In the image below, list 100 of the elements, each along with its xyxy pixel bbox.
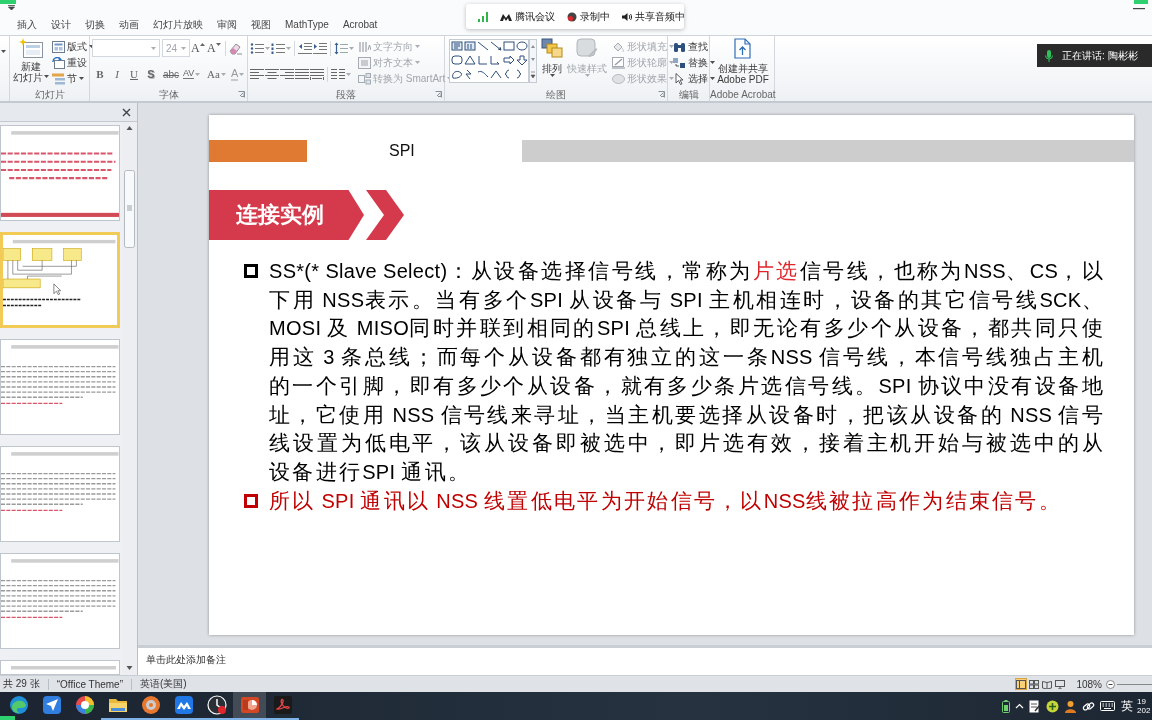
battery-icon[interactable] bbox=[1002, 699, 1010, 713]
ribbon-tab[interactable]: 动画 bbox=[112, 16, 146, 33]
taskbar-app-button[interactable] bbox=[200, 692, 233, 720]
slide-title: SPI bbox=[389, 142, 415, 160]
ribbon-group-label: 绘图 bbox=[546, 88, 566, 101]
peaks-icon bbox=[173, 695, 194, 715]
slide-sorter-icon bbox=[1029, 679, 1040, 689]
text-format-button[interactable]: abc bbox=[160, 66, 182, 82]
keyboard-icon[interactable] bbox=[1100, 701, 1115, 711]
microphone-icon bbox=[1045, 49, 1053, 62]
taskbar-app-button[interactable] bbox=[233, 692, 266, 720]
columns-button[interactable] bbox=[331, 66, 351, 82]
view-button[interactable] bbox=[1054, 678, 1067, 690]
shrink-font-button[interactable]: A bbox=[207, 40, 222, 56]
caret-icon bbox=[151, 46, 156, 50]
person-icon[interactable] bbox=[1064, 699, 1077, 713]
caret-icon[interactable] bbox=[8, 4, 15, 10]
slide-thumbnail[interactable] bbox=[0, 232, 120, 328]
ribbon-tab[interactable]: 视图 bbox=[244, 16, 278, 33]
ribbon-tab[interactable]: Acrobat bbox=[335, 16, 385, 33]
numbered-list-icon bbox=[271, 41, 285, 55]
dialog-launcher-icon[interactable] bbox=[238, 91, 245, 98]
ribbon-command-button[interactable]: 选择 bbox=[673, 71, 715, 86]
slide-thumbnail[interactable] bbox=[0, 125, 120, 221]
ribbon-command-button[interactable]: 节 bbox=[52, 71, 94, 86]
ribbon-command-button[interactable]: 查找 bbox=[673, 39, 715, 54]
eraser-icon bbox=[229, 41, 243, 55]
text-format-button[interactable]: Aa bbox=[207, 66, 230, 82]
dialog-launcher-icon[interactable] bbox=[658, 91, 665, 98]
bulleted-list-button[interactable] bbox=[250, 40, 270, 56]
minimize-icon[interactable] bbox=[1133, 7, 1145, 10]
caret-icon bbox=[1, 50, 6, 53]
ribbon-tab[interactable]: 插入 bbox=[10, 16, 44, 33]
ribbon-tab[interactable]: 审阅 bbox=[210, 16, 244, 33]
increase-indent-button[interactable] bbox=[313, 40, 327, 56]
ribbon-command-button[interactable]: 重设 bbox=[52, 55, 94, 70]
ribbon-group-label: 编辑 bbox=[678, 88, 699, 101]
ribbon-tab[interactable]: 幻灯片放映 bbox=[146, 16, 210, 33]
bird-icon bbox=[41, 695, 62, 715]
ribbon-tab[interactable]: 设计 bbox=[44, 16, 78, 33]
zoom-out-icon[interactable] bbox=[1106, 679, 1115, 689]
grow-font-button[interactable]: A bbox=[191, 40, 206, 56]
browser-icon bbox=[8, 695, 29, 715]
slide-thumbnail[interactable] bbox=[0, 339, 120, 435]
line-spacing-button[interactable] bbox=[334, 40, 354, 56]
view-button[interactable] bbox=[1015, 678, 1028, 690]
reset-icon bbox=[52, 56, 65, 69]
notepad-icon[interactable] bbox=[1029, 699, 1041, 713]
dialog-launcher-icon[interactable] bbox=[435, 91, 442, 98]
justify-button[interactable] bbox=[295, 66, 309, 82]
view-button[interactable] bbox=[1041, 678, 1054, 690]
new-slide-icon bbox=[19, 38, 43, 58]
text-format-button[interactable]: S bbox=[143, 66, 159, 82]
decrease-indent-button[interactable] bbox=[298, 40, 312, 56]
caret-icon bbox=[346, 72, 351, 76]
link-icon[interactable] bbox=[1082, 699, 1095, 713]
ribbon-command-button[interactable]: 替换 bbox=[673, 55, 715, 70]
text-format-button[interactable]: AV bbox=[183, 66, 206, 82]
plus-circle-icon[interactable] bbox=[1046, 699, 1059, 713]
view-button[interactable] bbox=[1028, 678, 1041, 690]
reading-view-icon bbox=[1042, 679, 1053, 689]
ribbon-tab[interactable]: MathType bbox=[278, 16, 336, 33]
caret-icon bbox=[44, 74, 49, 78]
slide-thumbnail[interactable] bbox=[0, 553, 120, 649]
meeting-toolbar-item[interactable]: 录制中 bbox=[567, 9, 610, 24]
align-left-button[interactable] bbox=[250, 66, 264, 82]
ribbon-tab[interactable]: 切换 bbox=[78, 16, 112, 33]
share-frame-mark bbox=[0, 716, 15, 720]
align-center-button[interactable] bbox=[265, 66, 279, 82]
distribute-button[interactable] bbox=[310, 66, 324, 82]
zoom-percentage[interactable]: 108% bbox=[1076, 678, 1102, 690]
justify-icon bbox=[295, 67, 309, 81]
clear-formatting-button[interactable] bbox=[229, 41, 243, 55]
caret-icon bbox=[415, 61, 420, 64]
section-banner: 连接实例 bbox=[209, 190, 364, 240]
caret-icon bbox=[669, 77, 674, 80]
new-slide-button[interactable]: 新建 幻灯片 bbox=[12, 38, 50, 86]
caret-icon bbox=[710, 77, 715, 80]
language: 英语(美国) bbox=[139, 677, 188, 691]
arrange-button[interactable]: 排列 bbox=[539, 38, 565, 86]
section-icon bbox=[52, 72, 65, 85]
meeting-toolbar-item[interactable] bbox=[478, 11, 488, 22]
caret-icon bbox=[265, 46, 270, 50]
meeting-toolbar-item[interactable]: 共享音频中 bbox=[622, 9, 685, 24]
text-format-button[interactable]: I bbox=[109, 66, 125, 82]
create-pdf-button[interactable]: 创建并共享 Adobe PDF bbox=[713, 38, 773, 86]
text-direction-icon bbox=[358, 40, 371, 53]
text-format-button[interactable]: B bbox=[92, 66, 108, 82]
shapes-gallery[interactable] bbox=[449, 39, 537, 83]
input-method-indicator[interactable]: 英 bbox=[1121, 697, 1133, 715]
meeting-toolbar-item[interactable]: 腾讯会议 bbox=[500, 9, 555, 24]
font-name-field[interactable] bbox=[92, 39, 160, 57]
slide-thumbnail[interactable] bbox=[0, 446, 120, 542]
text-format-button[interactable]: U bbox=[126, 66, 142, 82]
close-icon[interactable] bbox=[122, 107, 131, 117]
slide-thumbnail[interactable] bbox=[0, 660, 120, 675]
chevron-up-icon[interactable] bbox=[1015, 703, 1024, 709]
paint-bucket-icon bbox=[612, 40, 625, 53]
clock[interactable]: 19 202 bbox=[1137, 697, 1152, 715]
align-right-button[interactable] bbox=[280, 66, 294, 82]
